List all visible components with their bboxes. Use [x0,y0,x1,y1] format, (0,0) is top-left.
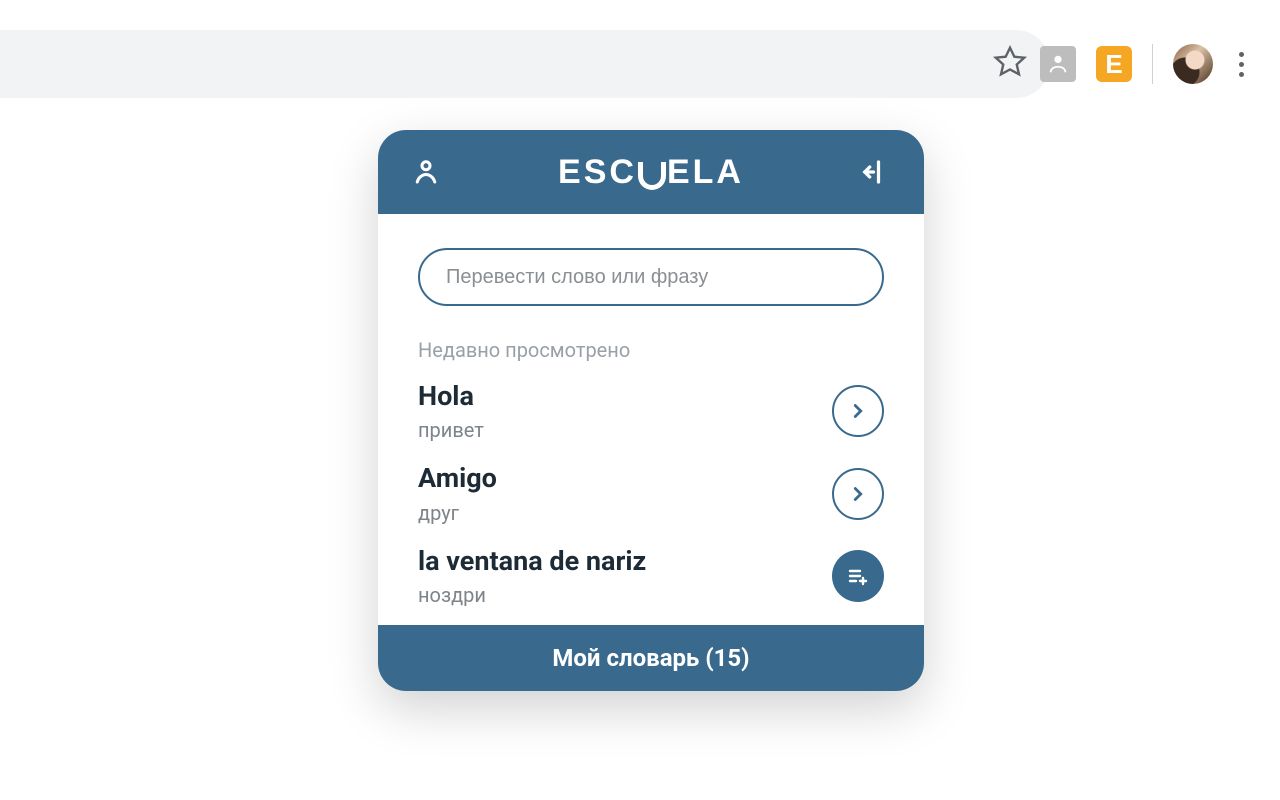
brand-u-icon [638,162,666,190]
chevron-right-icon [847,400,869,422]
footer-label: Мой словарь (15) [552,644,749,672]
popup-header: ESCELA [378,130,924,214]
entry-row: Amigo друг [418,462,884,524]
entry-text: Amigo друг [418,462,816,524]
chevron-right-icon [847,483,869,505]
entry-row: la ventana de nariz ноздри [418,545,884,607]
recent-entries: Hola привет Amigo друг la ventana de [418,380,884,607]
entry-text: la ventana de nariz ноздри [418,545,816,607]
entry-word: la ventana de nariz [418,545,816,577]
add-to-list-button[interactable] [832,550,884,602]
toolbar-divider [1152,44,1153,84]
browser-menu-icon[interactable] [1233,46,1250,83]
entry-word: Amigo [418,462,816,494]
profile-avatar[interactable] [1173,44,1213,84]
open-entry-button[interactable] [832,385,884,437]
brand-logo: ESCELA [558,153,744,192]
entry-word: Hola [418,380,816,412]
entry-translation: друг [418,501,816,525]
bookmark-star-icon[interactable] [992,44,1028,84]
browser-toolbar-right: E [1040,30,1250,98]
entry-row: Hola привет [418,380,884,442]
open-entry-button[interactable] [832,468,884,520]
browser-address-bar[interactable] [0,30,1050,98]
search-input[interactable] [418,248,884,306]
entry-translation: ноздри [418,583,816,607]
recent-section-label: Недавно просмотрено [418,338,884,362]
popup-body: Недавно просмотрено Hola привет Amigo др… [378,214,924,625]
list-add-icon [846,564,870,588]
collapse-button[interactable] [858,154,894,190]
entry-translation: привет [418,418,816,442]
my-dictionary-button[interactable]: Мой словарь (15) [378,625,924,691]
escuela-popup: ESCELA Недавно просмотрено Hola привет [378,130,924,691]
extension-icon-escuela[interactable]: E [1096,46,1132,82]
entry-text: Hola привет [418,380,816,442]
profile-button[interactable] [408,154,444,190]
extension-icon-generic[interactable] [1040,46,1076,82]
